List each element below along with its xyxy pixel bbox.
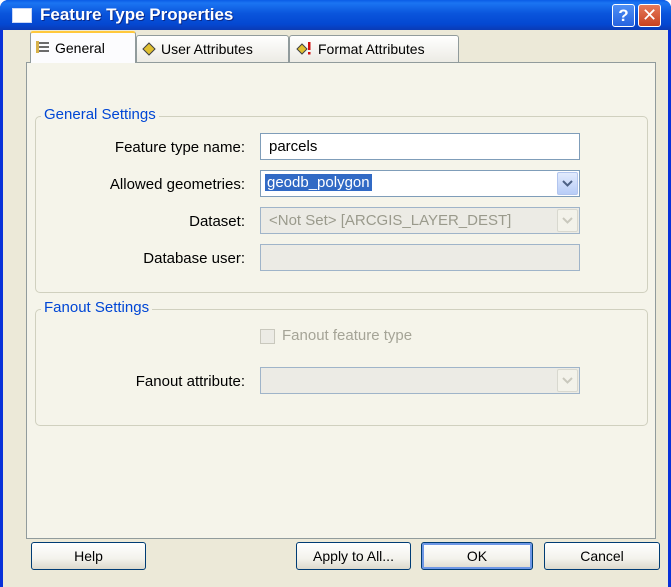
chevron-down-icon [562, 217, 573, 224]
ok-button[interactable]: OK [421, 542, 533, 570]
tab-format-attributes[interactable]: Format Attributes [289, 35, 459, 62]
tab-general[interactable]: General [30, 31, 136, 63]
chevron-down-icon [562, 180, 573, 187]
help-button[interactable]: Help [31, 542, 146, 570]
window-icon [12, 8, 32, 23]
dataset-value: <Not Set> [ARCGIS_LAYER_DEST] [269, 212, 512, 229]
fanout-attribute-label: Fanout attribute: [135, 373, 245, 390]
fanout-feature-type-checkbox[interactable] [260, 329, 275, 344]
close-titlebar-button[interactable]: ✕ [638, 4, 661, 27]
tab-format-attributes-label: Format Attributes [318, 41, 425, 57]
feature-type-properties-window: Feature Type Properties ? ✕ General User… [0, 0, 671, 587]
fanout-attribute-combo[interactable] [260, 367, 580, 394]
chevron-down-icon [562, 377, 573, 384]
dataset-dropdown-button[interactable] [557, 209, 578, 232]
dataset-label: Dataset: [189, 213, 245, 230]
allowed-geometries-combo[interactable]: geodb_polygon [260, 170, 580, 197]
fanout-feature-type-label: Fanout feature type [282, 327, 413, 344]
allowed-geometries-label: Allowed geometries: [109, 176, 245, 193]
title-bar[interactable]: Feature Type Properties ? ✕ [0, 0, 671, 30]
allowed-geometries-value: geodb_polygon [265, 174, 372, 191]
general-settings-title: General Settings [41, 106, 159, 123]
tab-general-label: General [55, 40, 105, 56]
diamond-warning-icon [295, 42, 313, 56]
feature-type-name-label: Feature type name: [114, 139, 245, 156]
tab-user-attributes-label: User Attributes [161, 41, 253, 57]
general-list-icon [36, 41, 50, 55]
database-user-field[interactable] [260, 244, 580, 271]
help-titlebar-button[interactable]: ? [612, 4, 635, 27]
cancel-button[interactable]: Cancel [544, 542, 660, 570]
tab-user-attributes[interactable]: User Attributes [136, 35, 289, 62]
general-tab-panel: General Settings Feature type name: parc… [26, 62, 656, 539]
fanout-attribute-dropdown-button[interactable] [557, 369, 578, 392]
apply-to-all-button[interactable]: Apply to All... [296, 542, 411, 570]
window-title: Feature Type Properties [40, 5, 234, 24]
dataset-combo[interactable]: <Not Set> [ARCGIS_LAYER_DEST] [260, 207, 580, 234]
diamond-icon [142, 42, 156, 56]
fanout-settings-title: Fanout Settings [41, 299, 153, 316]
database-user-label: Database user: [143, 250, 245, 267]
feature-type-name-field[interactable]: parcels [260, 133, 580, 160]
allowed-geometries-dropdown-button[interactable] [557, 172, 578, 195]
